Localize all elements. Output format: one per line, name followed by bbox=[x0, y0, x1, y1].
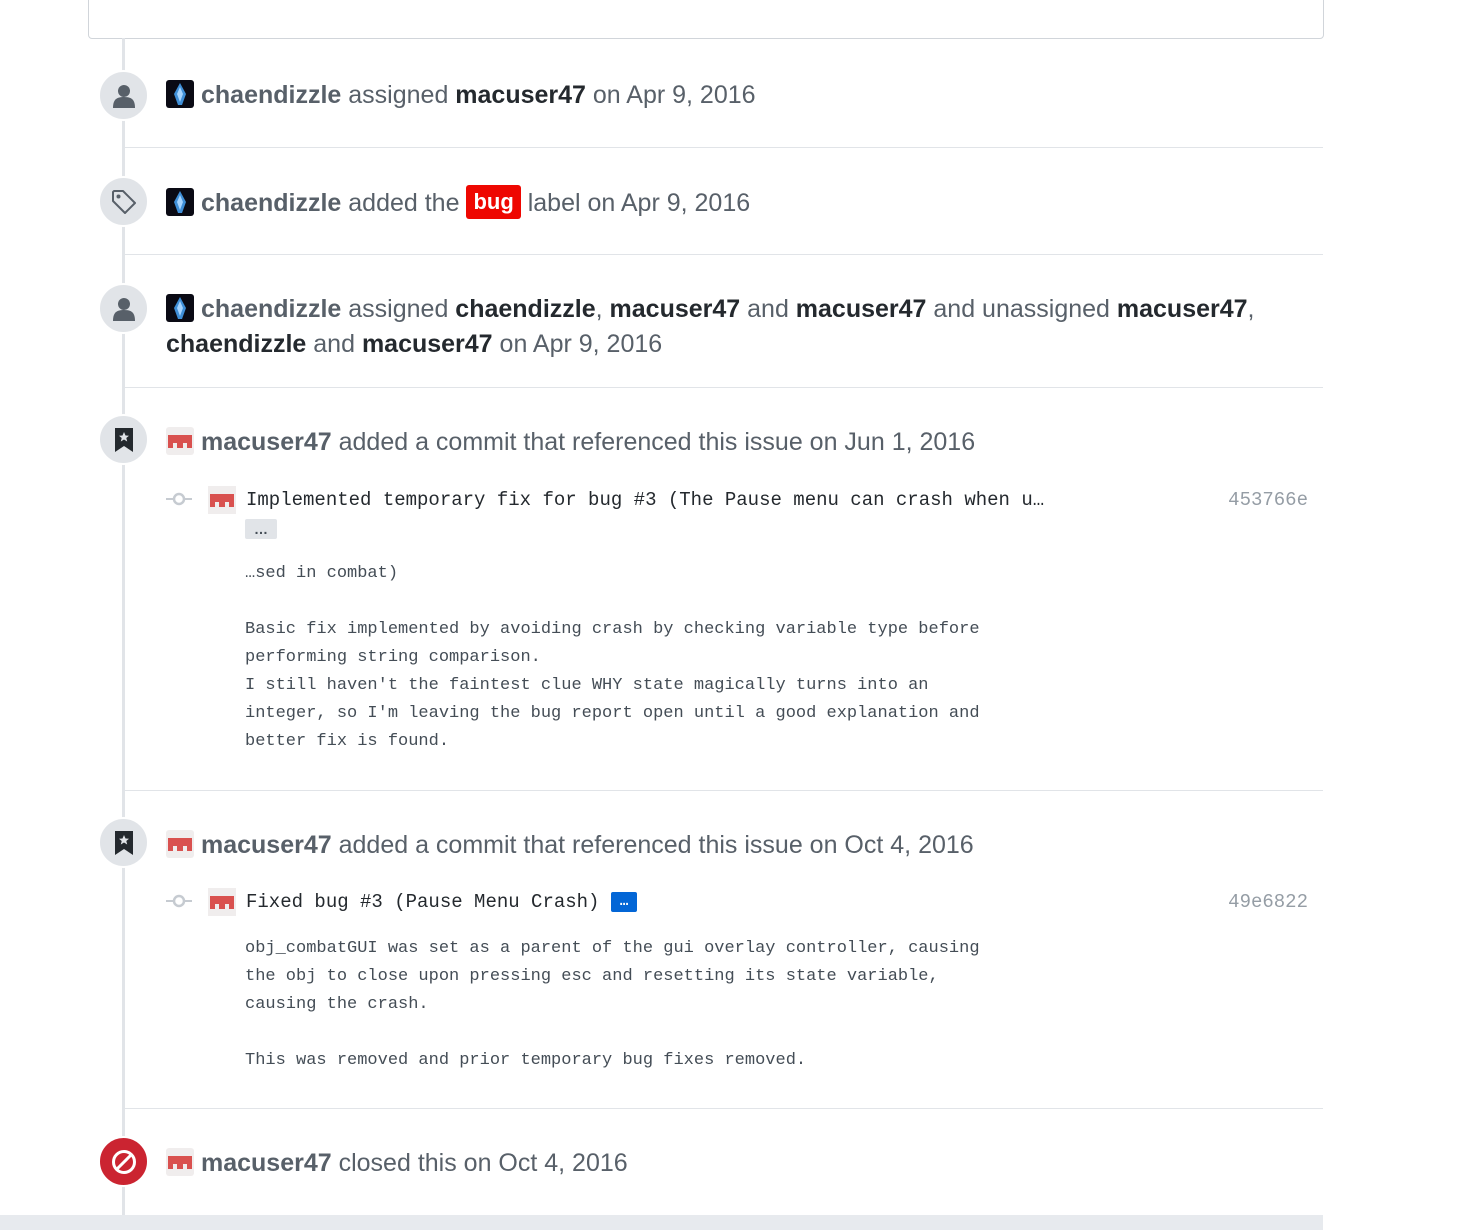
git-commit-icon bbox=[166, 489, 192, 514]
actor-link[interactable]: macuser47 bbox=[201, 1149, 332, 1177]
event-labeled: chaendizzle added the bug label on Apr 9… bbox=[166, 185, 1266, 221]
expand-ellipsis-button[interactable]: … bbox=[245, 519, 277, 541]
assignee-link[interactable]: macuser47 bbox=[796, 295, 927, 323]
event-date: on Apr 9, 2016 bbox=[492, 330, 663, 358]
person-icon-badge bbox=[98, 70, 149, 121]
actor-link[interactable]: chaendizzle bbox=[201, 295, 341, 323]
event-date: label on Apr 9, 2016 bbox=[520, 189, 751, 217]
event-text: added the bbox=[341, 189, 467, 217]
commit-sha-link[interactable]: 49e6822 bbox=[1228, 888, 1308, 916]
event-assigned-multi: chaendizzle assigned chaendizzle, macuse… bbox=[166, 292, 1266, 362]
closed-badge bbox=[98, 1136, 149, 1187]
divider bbox=[124, 254, 1323, 255]
git-commit-icon bbox=[166, 891, 192, 916]
event-text: added a commit that referenced this issu… bbox=[331, 831, 974, 859]
divider bbox=[124, 147, 1323, 148]
tag-icon-badge bbox=[98, 176, 149, 227]
actor-link[interactable]: macuser47 bbox=[201, 831, 332, 859]
event-closed: macuser47 closed this on Oct 4, 2016 bbox=[166, 1146, 1266, 1181]
actor-link[interactable]: chaendizzle bbox=[201, 81, 341, 109]
timeline-end-bar bbox=[0, 1215, 1323, 1230]
divider bbox=[124, 1108, 1323, 1109]
avatar[interactable] bbox=[208, 486, 236, 514]
event-text: added a commit that referenced this issu… bbox=[331, 428, 976, 456]
event-text: assigned bbox=[341, 295, 456, 323]
person-icon bbox=[112, 297, 135, 321]
bookmark-icon bbox=[114, 427, 133, 452]
avatar[interactable] bbox=[166, 80, 194, 108]
commit-body: obj_combatGUI was set as a parent of the… bbox=[245, 939, 980, 1070]
event-text: , bbox=[1247, 295, 1255, 323]
avatar[interactable] bbox=[166, 294, 194, 322]
ellipsis-label[interactable]: … bbox=[245, 519, 277, 539]
divider bbox=[124, 790, 1323, 791]
bug-label[interactable]: bug bbox=[466, 185, 521, 219]
event-text: and bbox=[740, 295, 796, 323]
event-text: and unassigned bbox=[926, 295, 1117, 323]
avatar[interactable] bbox=[166, 1148, 194, 1176]
divider bbox=[124, 387, 1323, 388]
event-text: , bbox=[595, 295, 610, 323]
expand-ellipsis-button[interactable]: … bbox=[610, 892, 638, 912]
assignee-link[interactable]: macuser47 bbox=[1117, 295, 1248, 323]
person-icon bbox=[112, 84, 135, 108]
tag-icon bbox=[111, 189, 136, 214]
avatar[interactable] bbox=[166, 830, 194, 858]
bookmark-icon bbox=[114, 830, 133, 855]
circle-slash-icon bbox=[111, 1149, 136, 1174]
assignee-link[interactable]: chaendizzle bbox=[166, 330, 306, 358]
avatar[interactable] bbox=[208, 888, 236, 916]
event-text: assigned bbox=[341, 81, 456, 109]
event-commit-ref: macuser47 added a commit that referenced… bbox=[166, 425, 1266, 460]
event-commit-ref: macuser47 added a commit that referenced… bbox=[166, 828, 1266, 863]
actor-link[interactable]: chaendizzle bbox=[201, 189, 341, 217]
bookmark-icon-badge bbox=[98, 817, 149, 868]
assignee-link[interactable]: macuser47 bbox=[455, 81, 586, 109]
person-icon-badge bbox=[98, 283, 149, 334]
avatar[interactable] bbox=[166, 188, 194, 216]
event-text: closed this on Oct 4, 2016 bbox=[331, 1149, 628, 1177]
event-assigned: chaendizzle assigned macuser47 on Apr 9,… bbox=[166, 78, 1266, 113]
assignee-link[interactable]: macuser47 bbox=[610, 295, 741, 323]
event-date: on Apr 9, 2016 bbox=[585, 81, 756, 109]
actor-link[interactable]: macuser47 bbox=[201, 428, 332, 456]
avatar[interactable] bbox=[166, 427, 194, 455]
previous-comment-box bbox=[88, 0, 1324, 39]
commit-message-text[interactable]: Fixed bug #3 (Pause Menu Crash) bbox=[246, 891, 599, 913]
commit-message-link[interactable]: Implemented temporary fix for bug #3 (Th… bbox=[246, 486, 1044, 514]
event-text: and bbox=[306, 330, 362, 358]
bookmark-icon-badge bbox=[98, 414, 149, 465]
commit-message-link[interactable]: Fixed bug #3 (Pause Menu Crash) … bbox=[246, 888, 638, 916]
assignee-link[interactable]: chaendizzle bbox=[455, 295, 595, 323]
commit-sha-link[interactable]: 453766e bbox=[1228, 486, 1308, 514]
commit-body: …sed in combat) Basic fix implemented by… bbox=[245, 564, 980, 751]
assignee-link[interactable]: macuser47 bbox=[362, 330, 493, 358]
